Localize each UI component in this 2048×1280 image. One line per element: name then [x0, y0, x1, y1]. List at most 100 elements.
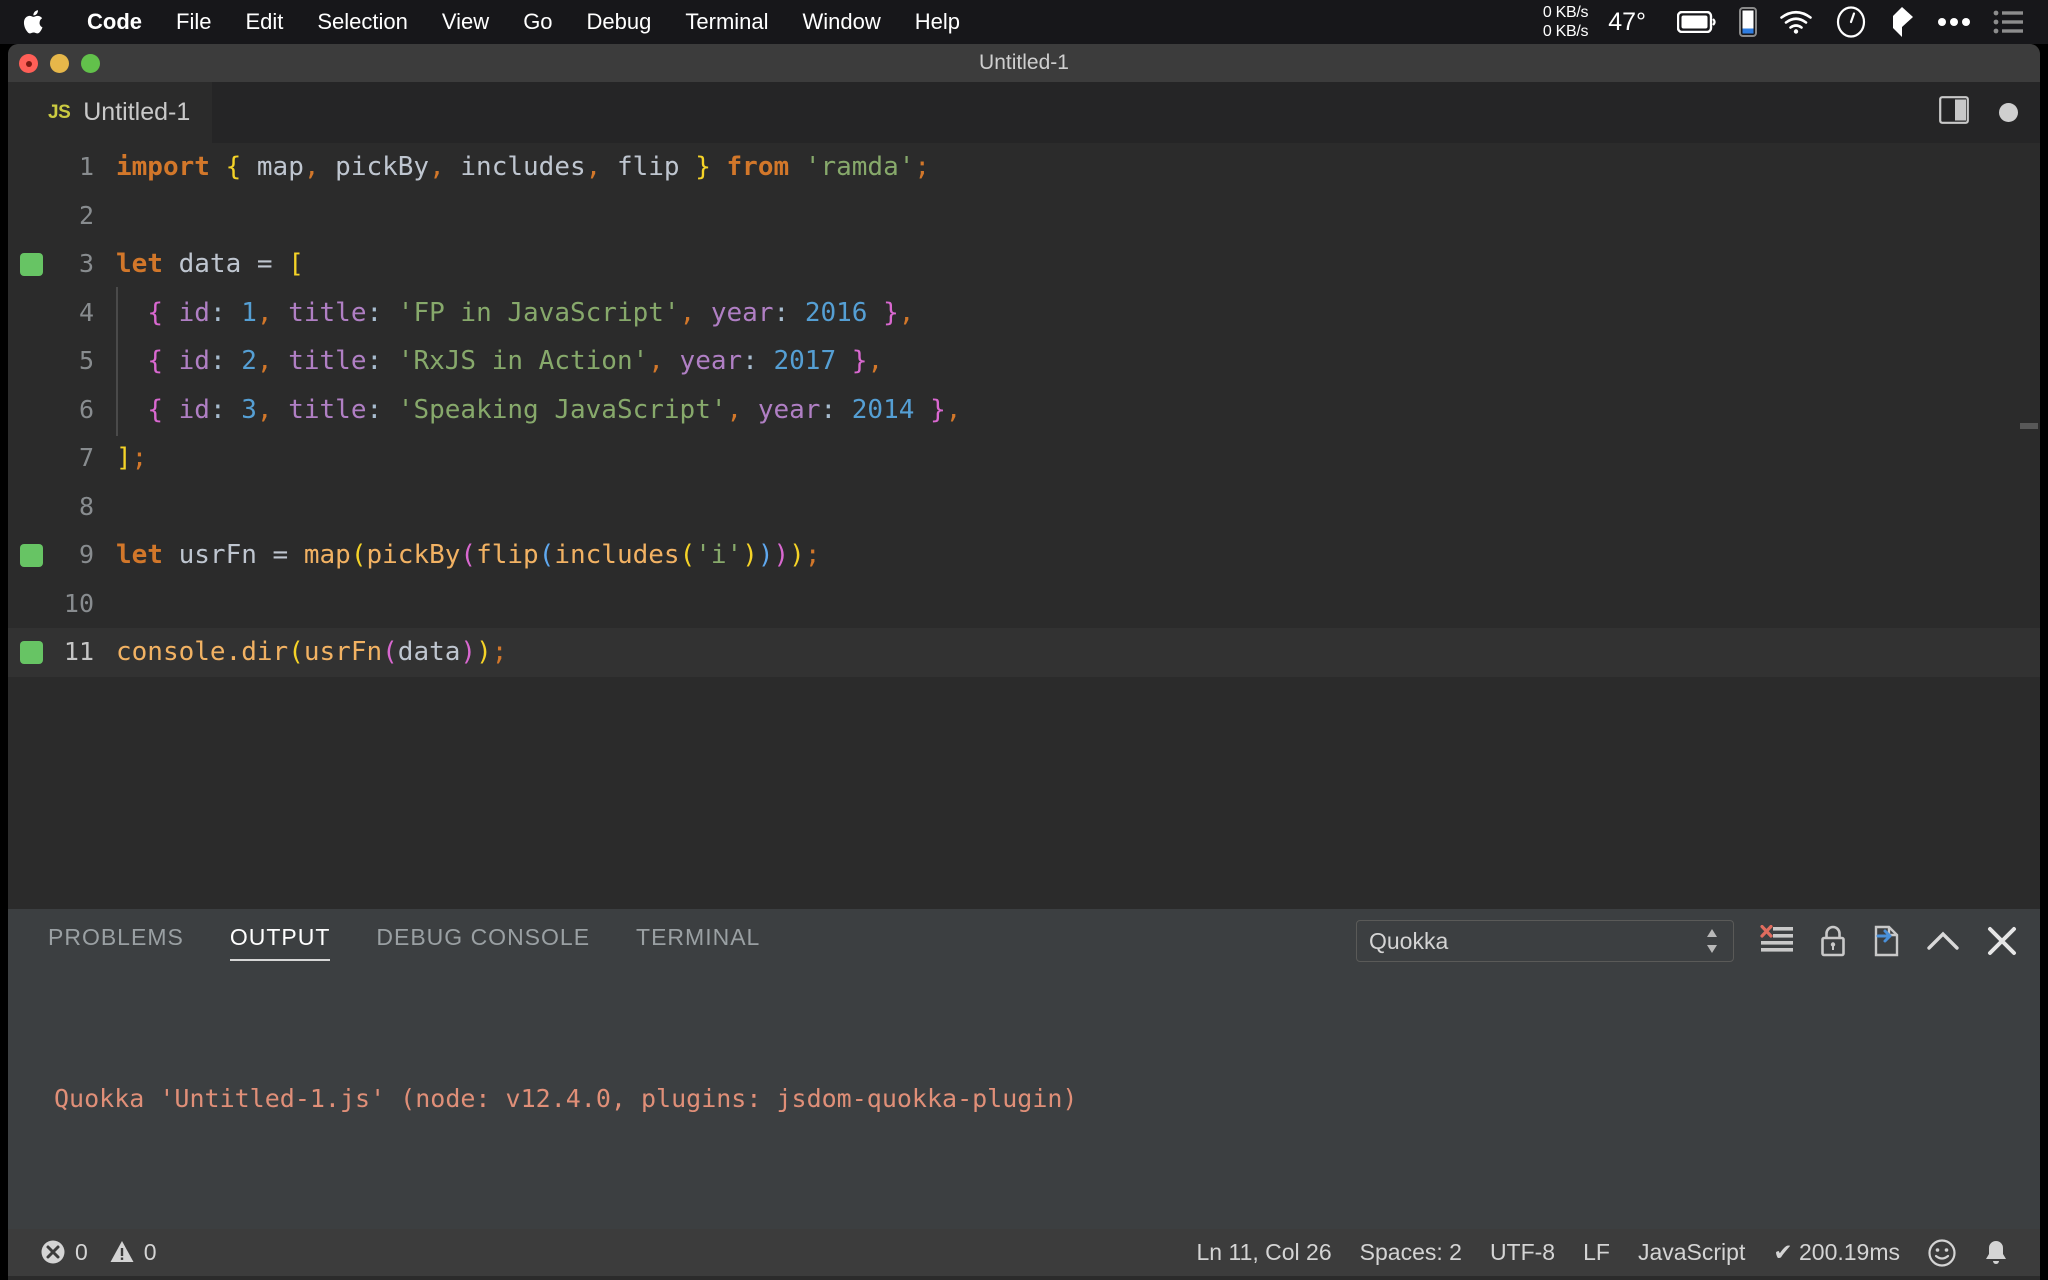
open-in-editor-icon[interactable]: [1872, 925, 1900, 957]
code-token: title: [272, 297, 367, 328]
line-number: 5: [78, 346, 94, 375]
output-channel-select[interactable]: Quokka: [1356, 920, 1734, 962]
network-download-speed: 0 KB/s: [1542, 23, 1589, 40]
indent-guide: [116, 286, 118, 339]
code-token: ,: [898, 297, 915, 328]
code-line-9[interactable]: 9 let usrFn = map(pickBy(flip(includes('i…: [8, 531, 2040, 580]
code-line-5[interactable]: 5 { id: 2, title: 'RxJS in Action', year…: [8, 335, 2040, 388]
code-token: console: [116, 637, 226, 667]
code-line-3[interactable]: 3 let data = [: [8, 240, 2040, 289]
network-speed-indicator[interactable]: 0 KB/s 0 KB/s: [1542, 3, 1589, 41]
code-token: =: [272, 540, 289, 570]
line-number: 2: [78, 200, 94, 230]
dropbox-icon[interactable]: [1889, 6, 1915, 38]
window-title: Untitled-1: [979, 51, 1069, 74]
code-token: 3: [241, 394, 257, 425]
close-panel-icon[interactable]: [1986, 925, 2018, 957]
menu-item-help[interactable]: Help: [898, 0, 977, 44]
code-token: pickBy: [319, 152, 430, 182]
output-content[interactable]: Quokka 'Untitled-1.js' (node: v12.4.0, p…: [8, 973, 2040, 1280]
menu-item-window[interactable]: Window: [786, 0, 898, 44]
close-button[interactable]: [19, 54, 38, 73]
code-token: :: [742, 346, 758, 376]
code-token: ,: [945, 394, 962, 425]
clear-output-icon[interactable]: [1760, 925, 1794, 957]
code-token: 'FP in JavaScript': [397, 297, 680, 328]
menubar-status-area: 0 KB/s 0 KB/s 47°: [1543, 3, 2034, 41]
clock-icon[interactable]: [1835, 6, 1867, 38]
device-battery-icon[interactable]: [1739, 7, 1757, 37]
code-token: ,: [679, 297, 696, 328]
minimize-button[interactable]: [50, 54, 69, 73]
unsaved-dot-icon[interactable]: [1999, 103, 2018, 122]
output-blank-line: [54, 1219, 2040, 1267]
tab-debug-console[interactable]: DEBUG CONSOLE: [376, 924, 590, 959]
code-token: let: [116, 249, 163, 279]
code-line-1[interactable]: 1 import { map, pickBy, includes, flip } …: [8, 143, 2040, 192]
menu-item-edit[interactable]: Edit: [228, 0, 300, 44]
menu-item-file[interactable]: File: [159, 0, 228, 44]
code-token: :: [773, 297, 790, 328]
menu-item-code[interactable]: Code: [70, 0, 159, 44]
menu-item-terminal[interactable]: Terminal: [668, 0, 785, 44]
code-token: id: [162, 346, 210, 376]
ellipsis-icon[interactable]: [1937, 17, 1971, 27]
tabbar-actions: [1939, 82, 2018, 143]
code-line-7[interactable]: 7];: [8, 434, 2040, 483]
code-token: ,: [429, 152, 445, 182]
tab-terminal[interactable]: TERMINAL: [636, 924, 760, 959]
code-text: { id: 3, title: 'Speaking JavaScript', y…: [116, 383, 962, 436]
maximize-button[interactable]: [81, 54, 100, 73]
code-text: { id: 1, title: 'FP in JavaScript', year…: [116, 286, 915, 339]
panel-header: PROBLEMS OUTPUT DEBUG CONSOLE TERMINAL Q…: [8, 909, 2040, 973]
code-editor[interactable]: 1 import { map, pickBy, includes, flip } …: [8, 143, 2040, 909]
temperature-indicator[interactable]: 47°: [1608, 8, 1646, 37]
wifi-icon[interactable]: [1779, 9, 1813, 35]
code-text: console.dir(usrFn(data));: [116, 628, 507, 677]
apple-logo-icon[interactable]: [22, 7, 48, 37]
menu-item-go[interactable]: Go: [506, 0, 569, 44]
code-token: =: [256, 249, 273, 279]
code-token: ;: [804, 540, 821, 570]
tab-output[interactable]: OUTPUT: [229, 924, 331, 961]
code-line-10[interactable]: 10: [8, 580, 2040, 629]
code-token: title: [272, 394, 367, 425]
line-number: 6: [78, 394, 94, 424]
code-token: }: [851, 346, 868, 376]
line-number: 4: [78, 297, 94, 327]
code-line-6[interactable]: 6 { id: 3, title: 'Speaking JavaScript',…: [8, 383, 2040, 436]
editor-scrollbar-marker[interactable]: [2020, 423, 2038, 429]
tab-untitled-1[interactable]: JS Untitled-1: [8, 82, 213, 143]
list-icon[interactable]: [1993, 10, 2023, 34]
code-token: ,: [256, 297, 273, 328]
code-line-11[interactable]: 11 console.dir(usrFn(data));: [8, 628, 2040, 677]
code-token: 2: [241, 346, 257, 376]
code-token: map: [303, 540, 351, 570]
maximize-panel-icon[interactable]: [1926, 928, 1960, 954]
code-token: 'Speaking JavaScript': [397, 394, 727, 425]
lock-scroll-icon[interactable]: [1820, 925, 1846, 957]
split-editor-icon[interactable]: [1939, 96, 1969, 129]
battery-icon[interactable]: [1677, 11, 1717, 33]
code-line-2[interactable]: 2: [8, 192, 2040, 241]
code-token: }: [930, 394, 946, 425]
menu-item-selection[interactable]: Selection: [300, 0, 425, 44]
menu-item-debug[interactable]: Debug: [570, 0, 669, 44]
code-line-4[interactable]: 4 { id: 1, title: 'FP in JavaScript', ye…: [8, 286, 2040, 339]
code-token: usrFn: [162, 540, 273, 570]
tab-problems[interactable]: PROBLEMS: [48, 924, 184, 959]
code-token: [: [288, 249, 304, 279]
code-token: flip: [476, 540, 539, 570]
code-text: ];: [116, 434, 147, 483]
code-line-8[interactable]: 8: [8, 483, 2040, 532]
code-token: :: [209, 297, 226, 328]
menu-item-view[interactable]: View: [425, 0, 506, 44]
